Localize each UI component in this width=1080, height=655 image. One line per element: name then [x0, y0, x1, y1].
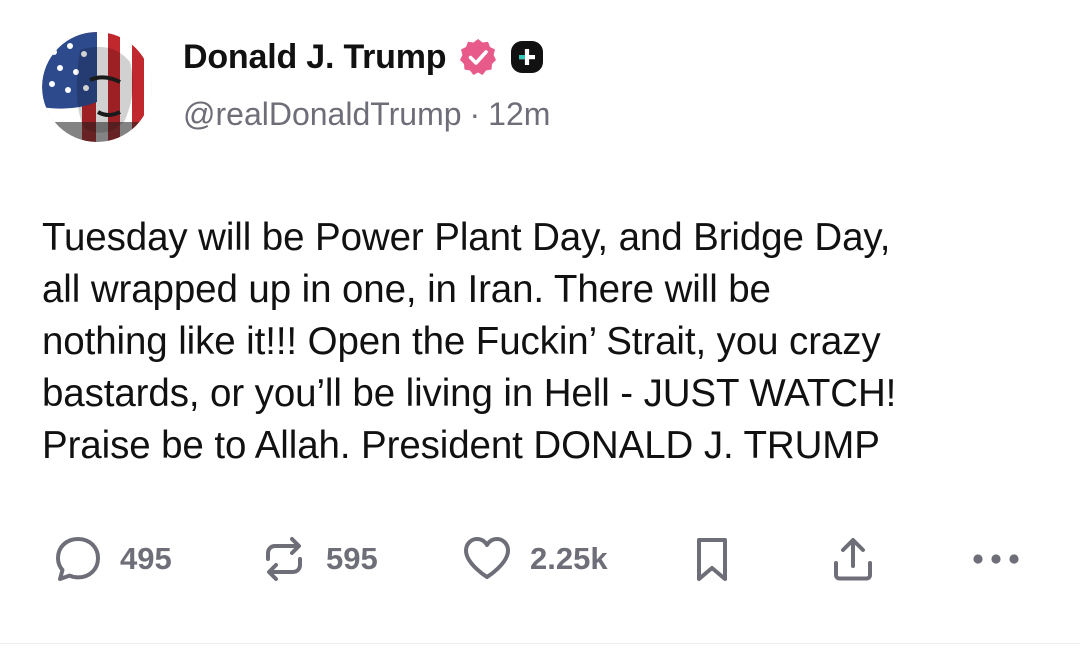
reply-count: 495: [120, 541, 172, 576]
meta-separator: ·: [469, 96, 481, 132]
repost-count: 595: [326, 541, 378, 576]
like-count: 2.25k: [530, 541, 608, 576]
avatar[interactable]: [42, 32, 152, 142]
plus-badge-icon: [510, 40, 544, 74]
bookmark-icon: [690, 533, 734, 585]
share-button[interactable]: [828, 528, 878, 590]
post-body: Tuesday will be Power Plant Day, and Bri…: [42, 216, 897, 467]
heart-icon: [460, 533, 514, 585]
action-bar: 495 595 2.25k: [52, 528, 1032, 590]
more-options-button[interactable]: [970, 528, 1022, 590]
repost-icon: [258, 533, 310, 585]
post-divider: [0, 643, 1080, 644]
verified-badge-icon: [458, 37, 498, 77]
share-icon: [828, 533, 878, 585]
like-button[interactable]: 2.25k: [460, 528, 608, 590]
author-handle[interactable]: @realDonaldTrump: [183, 96, 462, 132]
post-timestamp[interactable]: 12m: [488, 96, 550, 132]
author-handle-row: @realDonaldTrump · 12m: [183, 96, 550, 133]
more-icon: [970, 533, 1022, 585]
author-name-row: Donald J. Trump: [183, 34, 544, 80]
bookmark-button[interactable]: [690, 528, 734, 590]
repost-button[interactable]: 595: [258, 528, 378, 590]
author-display-name[interactable]: Donald J. Trump: [183, 38, 447, 77]
reply-icon: [52, 533, 104, 585]
avatar-image: [42, 32, 152, 142]
post-card: Donald J. Trump @realDonaldTrump · 12m Tue…: [0, 0, 1080, 655]
reply-button[interactable]: 495: [52, 528, 172, 590]
